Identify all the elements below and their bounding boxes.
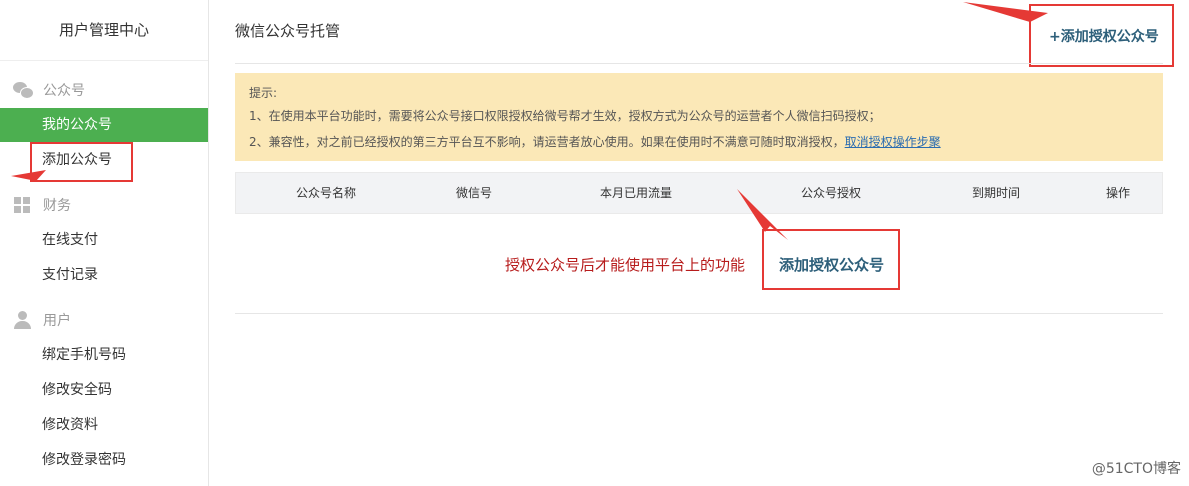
annotation-arrows xyxy=(11,2,1048,240)
arrow-to-add-account-icon xyxy=(11,170,46,181)
arrow-to-add-button-icon xyxy=(963,2,1048,22)
watermark: @51CTO博客 xyxy=(1091,461,1181,477)
arrow-to-empty-link-icon xyxy=(737,189,788,240)
